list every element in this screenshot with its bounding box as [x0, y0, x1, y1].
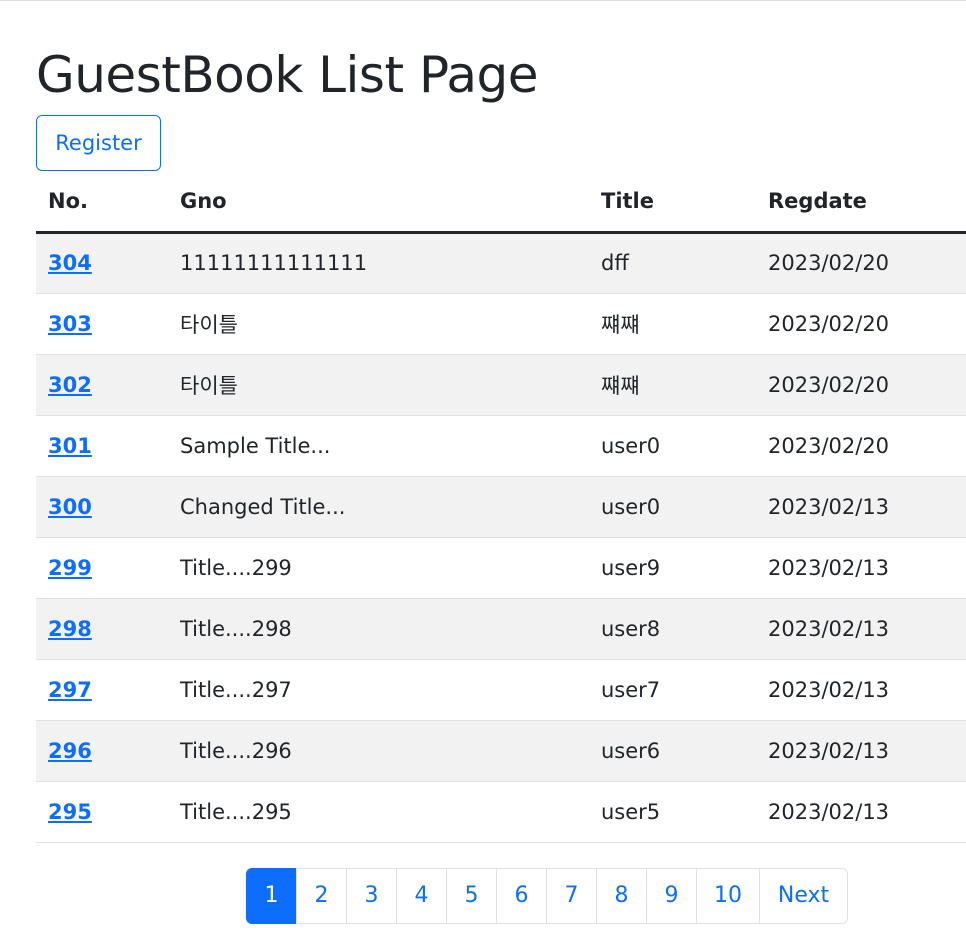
header-regdate: Regdate [756, 172, 966, 234]
cell-no: 298 [36, 598, 168, 660]
table-row: 297 Title....297 user7 2023/02/13 [36, 659, 966, 721]
cell-no: 300 [36, 476, 168, 538]
table-header-row: No. Gno Title Regdate [36, 172, 966, 234]
entry-link[interactable]: 302 [48, 373, 92, 397]
cell-regdate: 2023/02/20 [756, 293, 966, 355]
table-row: 301 Sample Title... user0 2023/02/20 [36, 415, 966, 477]
table-row: 295 Title....295 user5 2023/02/13 [36, 781, 966, 843]
page-button-4[interactable]: 4 [396, 868, 447, 924]
cell-no: 302 [36, 354, 168, 416]
page-button-8[interactable]: 8 [596, 868, 647, 924]
cell-gno: 11111111111111 [168, 232, 589, 294]
cell-regdate: 2023/02/13 [756, 659, 966, 721]
cell-title: dff [589, 232, 756, 294]
table-row: 303 타이틀 쨰쨰 2023/02/20 [36, 293, 966, 355]
table-row: 300 Changed Title... user0 2023/02/13 [36, 476, 966, 538]
pagination: 1 2 3 4 5 6 7 8 9 10 Next [246, 868, 848, 924]
cell-title: user9 [589, 537, 756, 599]
cell-regdate: 2023/02/13 [756, 598, 966, 660]
cell-gno: Title....299 [168, 537, 589, 599]
entry-link[interactable]: 300 [48, 495, 92, 519]
cell-title: user7 [589, 659, 756, 721]
guestbook-table: No. Gno Title Regdate 304 11111111111111… [36, 172, 966, 843]
cell-title: 쨰쨰 [589, 293, 756, 355]
cell-title: user8 [589, 598, 756, 660]
entry-link[interactable]: 296 [48, 739, 92, 763]
page-button-3[interactable]: 3 [346, 868, 397, 924]
header-title: Title [589, 172, 756, 234]
cell-no: 295 [36, 781, 168, 843]
table-row: 299 Title....299 user9 2023/02/13 [36, 537, 966, 599]
page-button-9[interactable]: 9 [646, 868, 697, 924]
page-button-2[interactable]: 2 [296, 868, 347, 924]
header-no: No. [36, 172, 168, 234]
cell-title: user6 [589, 720, 756, 782]
top-border [0, 0, 966, 1]
cell-no: 297 [36, 659, 168, 721]
cell-regdate: 2023/02/20 [756, 415, 966, 477]
cell-no: 304 [36, 232, 168, 294]
cell-gno: Changed Title... [168, 476, 589, 538]
cell-regdate: 2023/02/13 [756, 537, 966, 599]
cell-no: 299 [36, 537, 168, 599]
cell-no: 303 [36, 293, 168, 355]
page-button-10[interactable]: 10 [696, 868, 760, 924]
cell-no: 301 [36, 415, 168, 477]
cell-title: user5 [589, 781, 756, 843]
next-page-button[interactable]: Next [759, 868, 848, 924]
page-button-7[interactable]: 7 [546, 868, 597, 924]
cell-gno: 타이틀 [168, 354, 589, 416]
cell-gno: Sample Title... [168, 415, 589, 477]
cell-gno: Title....296 [168, 720, 589, 782]
cell-gno: Title....295 [168, 781, 589, 843]
page-button-5[interactable]: 5 [446, 868, 497, 924]
cell-regdate: 2023/02/20 [756, 232, 966, 294]
entry-link[interactable]: 304 [48, 251, 92, 275]
entry-link[interactable]: 298 [48, 617, 92, 641]
page-button-1[interactable]: 1 [246, 868, 297, 924]
entry-link[interactable]: 297 [48, 678, 92, 702]
entry-link[interactable]: 301 [48, 434, 92, 458]
table-row: 298 Title....298 user8 2023/02/13 [36, 598, 966, 660]
entry-link[interactable]: 303 [48, 312, 92, 336]
entry-link[interactable]: 299 [48, 556, 92, 580]
cell-title: 쨰쨰 [589, 354, 756, 416]
cell-gno: Title....297 [168, 659, 589, 721]
table-row: 296 Title....296 user6 2023/02/13 [36, 720, 966, 782]
entry-link[interactable]: 295 [48, 800, 92, 824]
table-row: 302 타이틀 쨰쨰 2023/02/20 [36, 354, 966, 416]
header-gno: Gno [168, 172, 589, 234]
cell-gno: 타이틀 [168, 293, 589, 355]
cell-no: 296 [36, 720, 168, 782]
cell-regdate: 2023/02/13 [756, 476, 966, 538]
register-button[interactable]: Register [36, 115, 161, 171]
cell-title: user0 [589, 415, 756, 477]
cell-title: user0 [589, 476, 756, 538]
cell-regdate: 2023/02/13 [756, 720, 966, 782]
page-title: GuestBook List Page [36, 46, 539, 104]
cell-gno: Title....298 [168, 598, 589, 660]
table-row: 304 11111111111111 dff 2023/02/20 [36, 232, 966, 294]
page-button-6[interactable]: 6 [496, 868, 547, 924]
cell-regdate: 2023/02/20 [756, 354, 966, 416]
cell-regdate: 2023/02/13 [756, 781, 966, 843]
